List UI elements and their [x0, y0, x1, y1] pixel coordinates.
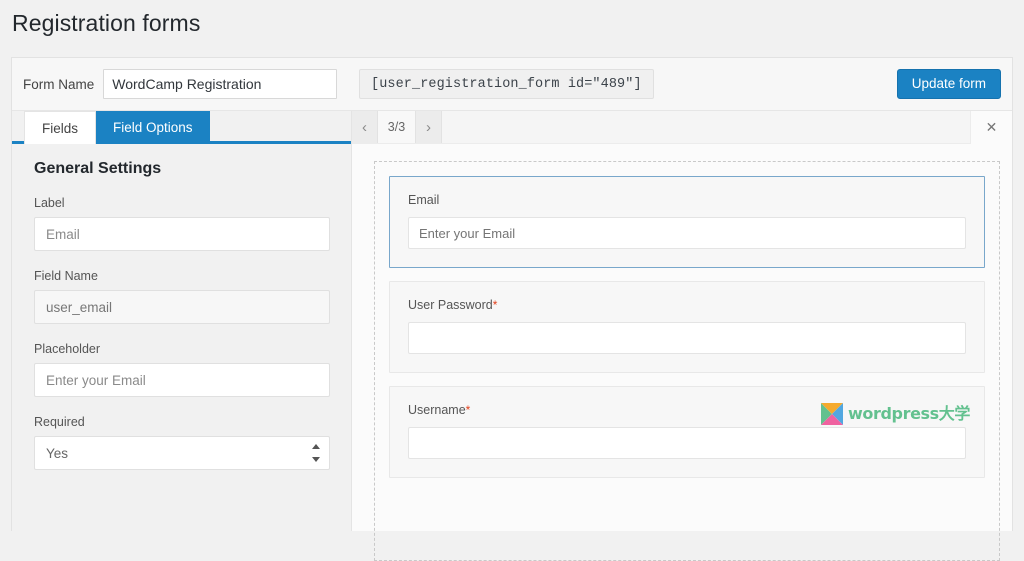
builder-body: Fields Field Options General Settings La… — [12, 111, 1012, 531]
required-select[interactable]: Yes No — [34, 436, 330, 470]
label-input[interactable] — [34, 217, 330, 251]
page-title: Registration forms — [12, 8, 200, 38]
form-name-label: Form Name — [23, 77, 103, 92]
form-name-input[interactable] — [103, 69, 337, 99]
builder-header: Form Name [user_registration_form id="48… — [12, 58, 1012, 111]
form-builder-panel: Form Name [user_registration_form id="48… — [11, 57, 1013, 531]
close-icon[interactable]: ✕ — [970, 111, 1012, 144]
pager-count: 3/3 — [378, 111, 416, 143]
preview-toolbar: ‹ 3/3 › ✕ — [352, 111, 1012, 144]
field-name-input[interactable] — [34, 290, 330, 324]
user-password-preview-input[interactable] — [408, 322, 966, 354]
required-select-wrap: Yes No — [34, 436, 330, 470]
setting-group-required: Required Yes No — [34, 415, 329, 470]
setting-label-label: Label — [34, 196, 329, 210]
form-fields-dropzone: Email User Password* Username* — [374, 161, 1000, 561]
general-settings-title: General Settings — [34, 160, 329, 178]
form-name-row: Form Name — [23, 69, 337, 99]
field-card-username[interactable]: Username* wordpress大学 — [389, 386, 985, 478]
tab-field-options[interactable]: Field Options — [96, 111, 210, 144]
field-card-user-password[interactable]: User Password* — [389, 281, 985, 373]
chevron-right-icon[interactable]: › — [416, 111, 442, 143]
field-card-label: Email — [408, 193, 966, 207]
setting-field-name-label: Field Name — [34, 269, 329, 283]
update-form-button[interactable]: Update form — [897, 69, 1001, 99]
field-options-sidebar: Fields Field Options General Settings La… — [12, 111, 352, 531]
tab-fields[interactable]: Fields — [24, 111, 96, 144]
shortcode-display[interactable]: [user_registration_form id="489"] — [359, 69, 654, 99]
field-card-label-text: Username — [408, 403, 466, 417]
placeholder-input[interactable] — [34, 363, 330, 397]
general-settings-pane: General Settings Label Field Name Placeh… — [12, 144, 351, 470]
username-preview-input[interactable] — [408, 427, 966, 459]
email-preview-input[interactable] — [408, 217, 966, 249]
field-card-label: Username* — [408, 403, 966, 417]
chevron-left-icon[interactable]: ‹ — [352, 111, 378, 143]
setting-group-label: Label — [34, 196, 329, 251]
field-card-label: User Password* — [408, 298, 966, 312]
field-card-label-text: Email — [408, 193, 439, 207]
required-asterisk-icon: * — [493, 298, 498, 312]
required-asterisk-icon: * — [466, 403, 471, 417]
sidebar-tabs: Fields Field Options — [12, 111, 351, 144]
setting-required-label: Required — [34, 415, 329, 429]
field-card-email[interactable]: Email — [389, 176, 985, 268]
setting-placeholder-label: Placeholder — [34, 342, 329, 356]
field-card-label-text: User Password — [408, 298, 493, 312]
form-preview-panel: ‹ 3/3 › ✕ Email User Password* — [352, 111, 1012, 531]
setting-group-placeholder: Placeholder — [34, 342, 329, 397]
setting-group-field-name: Field Name — [34, 269, 329, 324]
